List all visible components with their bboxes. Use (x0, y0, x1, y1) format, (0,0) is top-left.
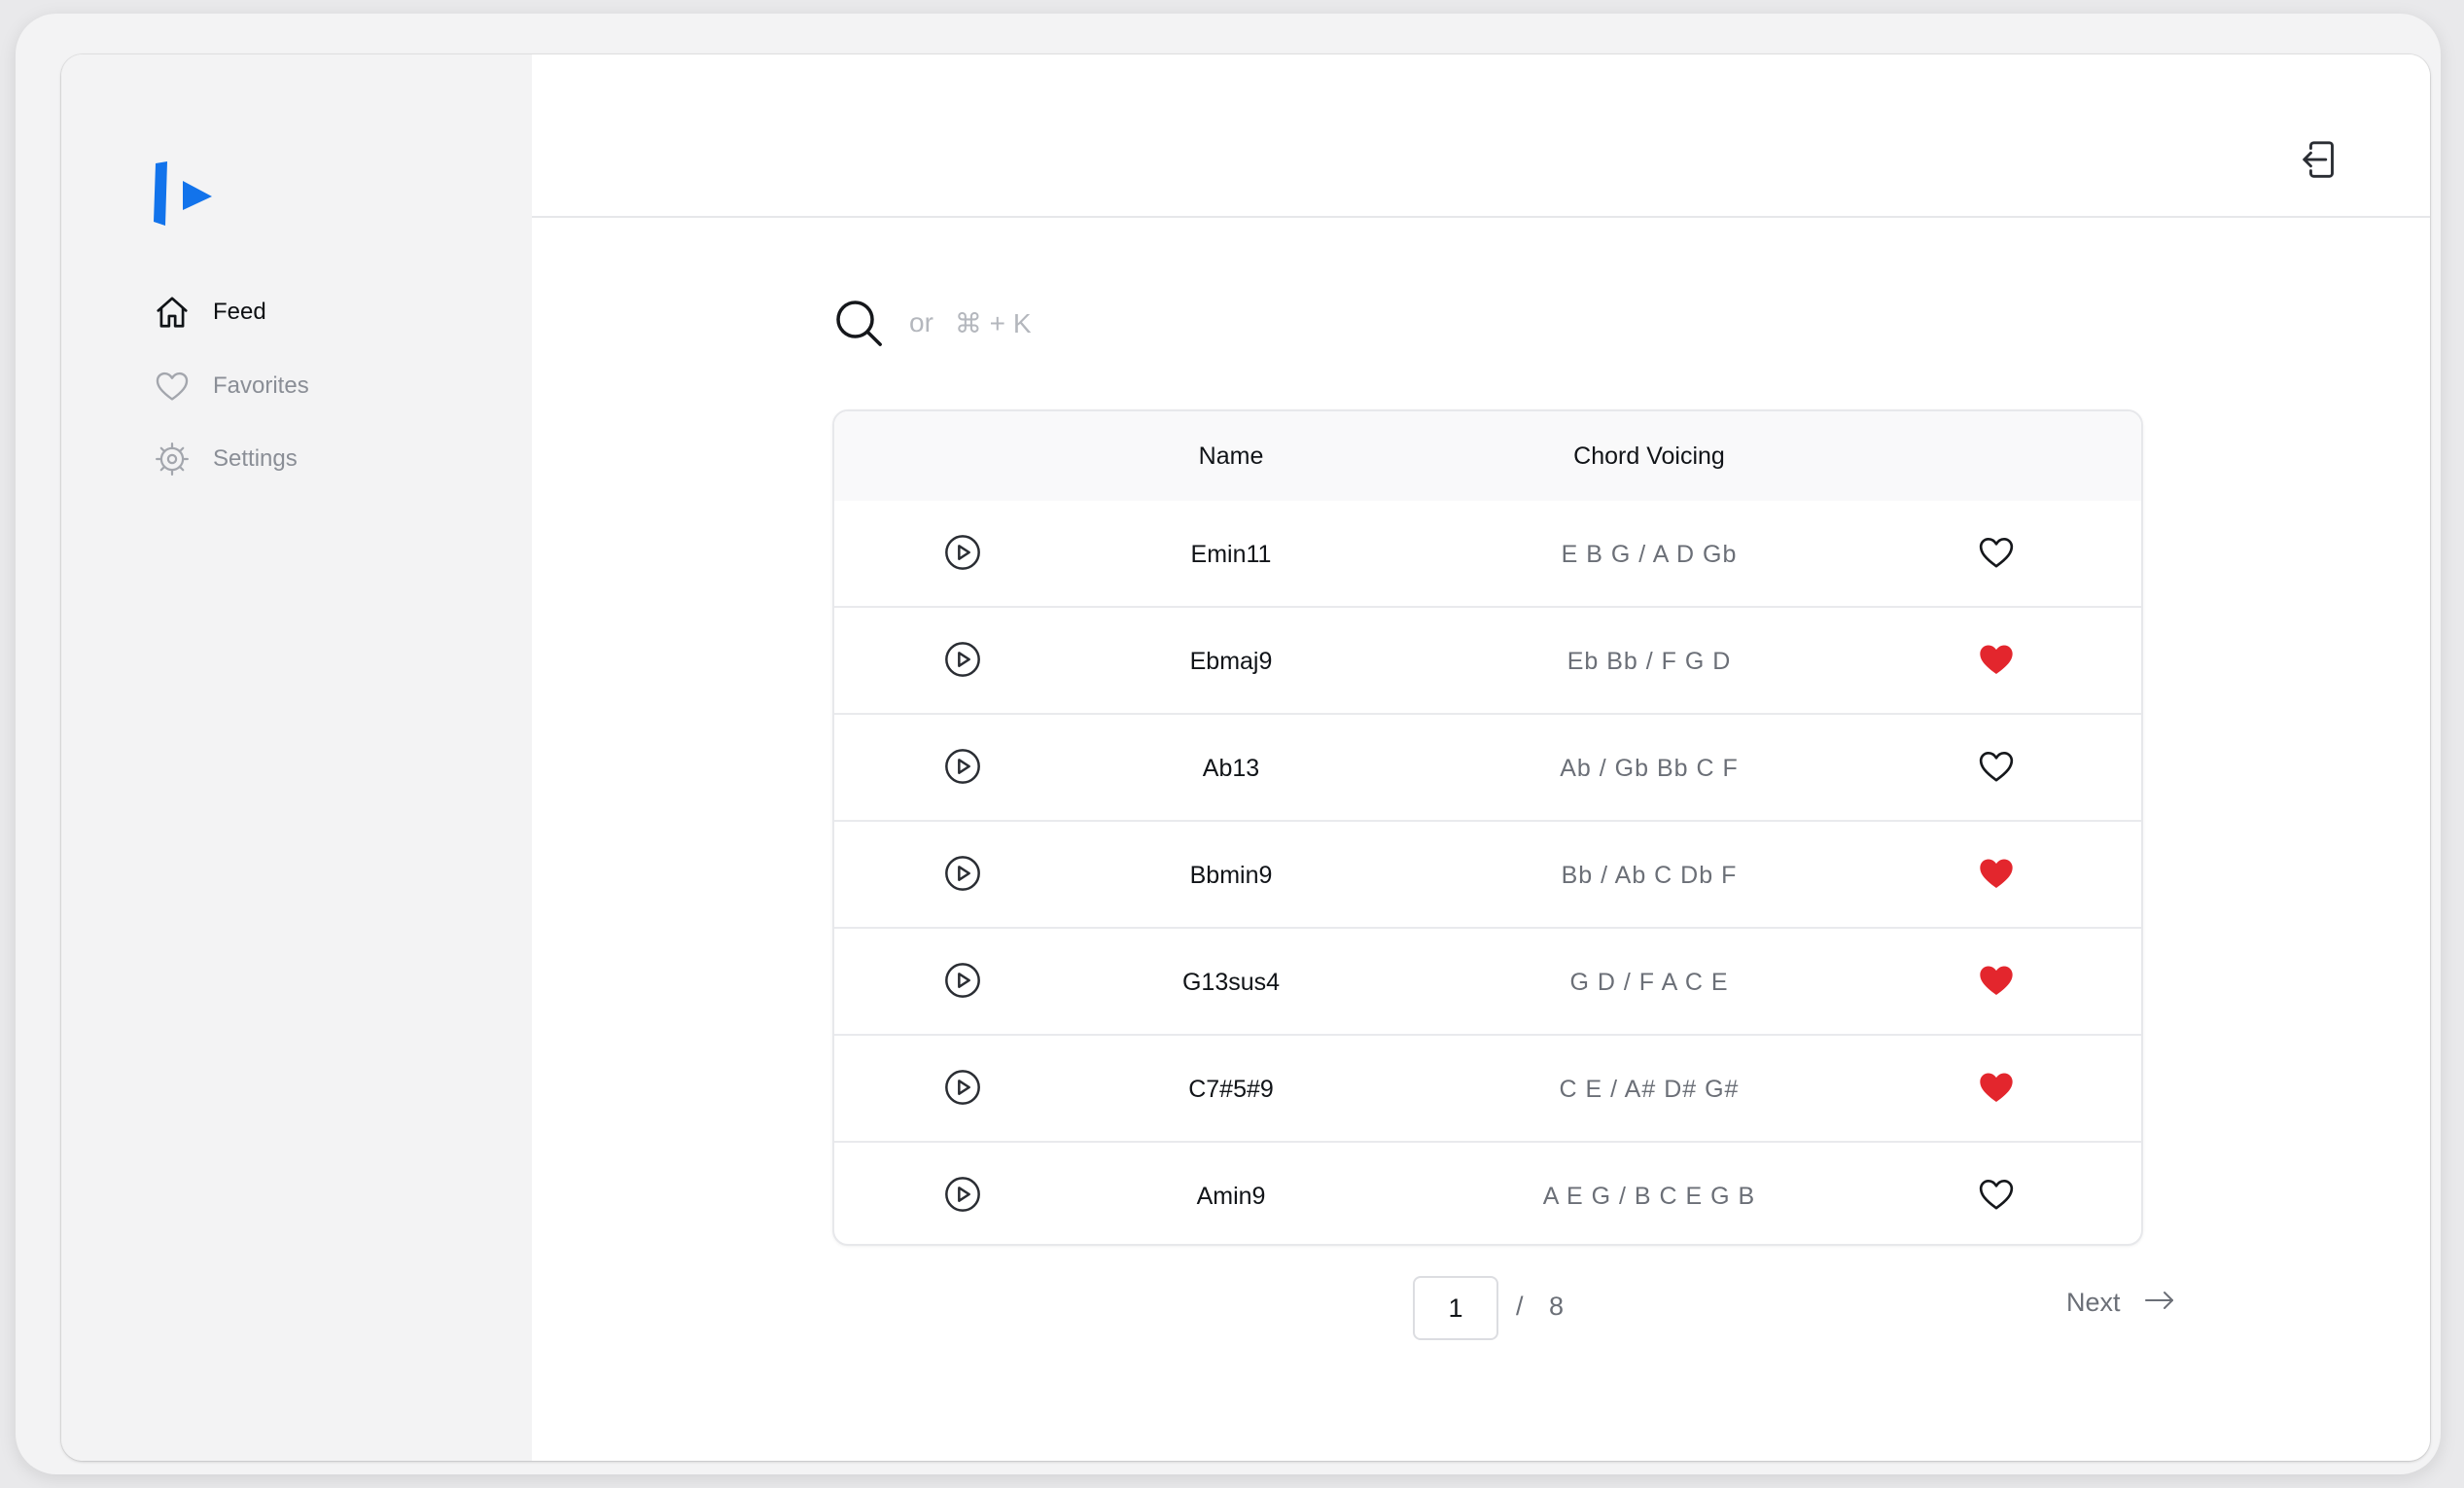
favorite-toggle[interactable] (1975, 961, 2018, 1004)
play-icon (943, 747, 982, 791)
heart-filled-icon (1977, 640, 2016, 684)
chord-voicing: Ab / Gb Bb C F (1560, 754, 1739, 782)
chord-voicing: G D / F A C E (1569, 968, 1729, 996)
chord-voicing: Bb / Ab C Db F (1561, 861, 1738, 889)
app-logo[interactable] (154, 161, 222, 230)
table-row: C7#5#9 C E / A# D# G# (834, 1036, 2141, 1143)
sidebar-item-settings[interactable]: Settings (153, 435, 483, 483)
chord-voicing: C E / A# D# G# (1559, 1075, 1740, 1103)
chord-name: Emin11 (1190, 540, 1272, 568)
chord-name: C7#5#9 (1188, 1075, 1274, 1103)
app-window: Feed Favorites Settings or ⌘ + K Name Ch… (61, 54, 2430, 1461)
chord-name: Amin9 (1196, 1182, 1266, 1210)
play-button[interactable] (941, 640, 984, 683)
play-icon (943, 640, 982, 684)
table-row: Amin9 A E G / B C E G B (834, 1143, 2141, 1244)
play-icon (943, 961, 982, 1005)
search-or-text: or (909, 307, 933, 337)
sidebar-item-label: Settings (213, 445, 298, 472)
play-icon (943, 533, 982, 577)
play-button[interactable] (941, 1068, 984, 1111)
column-header-voicing[interactable]: Chord Voicing (1494, 411, 1805, 501)
heart-outline-icon (1977, 747, 2016, 791)
heart-outline-icon (153, 367, 192, 406)
chord-voicing: E B G / A D Gb (1561, 540, 1738, 568)
play-button[interactable] (941, 533, 984, 576)
sidebar-item-label: Favorites (213, 372, 309, 399)
table-row: Emin11 E B G / A D Gb (834, 501, 2141, 608)
gear-icon (153, 440, 192, 478)
heart-outline-icon (1977, 1175, 2016, 1219)
chord-voicing: A E G / B C E G B (1542, 1182, 1756, 1210)
sidebar-item-label: Feed (213, 299, 266, 325)
table-row: G13sus4 G D / F A C E (834, 929, 2141, 1036)
sidebar: Feed Favorites Settings (61, 54, 532, 1461)
home-icon (153, 293, 192, 332)
table-header: Name Chord Voicing (834, 411, 2141, 501)
heart-filled-icon (1977, 1068, 2016, 1112)
chord-name: Bbmin9 (1189, 861, 1273, 889)
search-shortcut: ⌘ + K (954, 307, 1032, 338)
favorite-toggle[interactable] (1975, 640, 2018, 683)
logout-icon (2299, 137, 2343, 187)
heart-outline-icon (1977, 533, 2016, 577)
chord-voicing: Eb Bb / F G D (1566, 647, 1732, 675)
top-bar (532, 54, 2430, 218)
main-content: or ⌘ + K Name Chord Voicing Emin11 E B G … (532, 54, 2430, 1461)
sidebar-item-favorites[interactable]: Favorites (153, 362, 483, 410)
sidebar-item-feed[interactable]: Feed (153, 288, 483, 337)
screenshot-frame: Feed Favorites Settings or ⌘ + K Name Ch… (16, 14, 2441, 1474)
play-button[interactable] (941, 1175, 984, 1218)
search-bar[interactable]: or ⌘ + K (829, 292, 1218, 354)
search-icon[interactable] (829, 294, 888, 352)
logout-button[interactable] (2298, 138, 2344, 185)
heart-filled-icon (1977, 854, 2016, 898)
table-row: Ab13 Ab / Gb Bb C F (834, 715, 2141, 822)
next-label: Next (2066, 1288, 2121, 1317)
favorite-toggle[interactable] (1975, 1068, 2018, 1111)
page-separator: / (1516, 1292, 1524, 1321)
chord-table: Name Chord Voicing Emin11 E B G / A D Gb E… (832, 409, 2143, 1246)
page-number-input[interactable] (1413, 1276, 1498, 1340)
play-icon (943, 1175, 982, 1219)
table-row: Bbmin9 Bb / Ab C Db F (834, 822, 2141, 929)
search-hint: or ⌘ + K (909, 307, 1032, 339)
page-total: 8 (1549, 1292, 1565, 1321)
chord-name: Ebmaj9 (1189, 647, 1273, 675)
favorite-toggle[interactable] (1975, 533, 2018, 576)
chord-name: Ab13 (1202, 754, 1260, 782)
table-row: Ebmaj9 Eb Bb / F G D (834, 608, 2141, 715)
play-icon (943, 854, 982, 898)
play-icon (943, 1068, 982, 1112)
favorite-toggle[interactable] (1975, 854, 2018, 897)
favorite-toggle[interactable] (1975, 747, 2018, 790)
play-button[interactable] (941, 854, 984, 897)
heart-filled-icon (1977, 961, 2016, 1005)
arrow-right-icon (2144, 1290, 2175, 1316)
next-page-button[interactable]: Next (2066, 1288, 2175, 1318)
chord-name: G13sus4 (1181, 968, 1281, 996)
play-button[interactable] (941, 961, 984, 1004)
favorite-toggle[interactable] (1975, 1175, 2018, 1218)
pagination: / 8 Next (532, 1276, 2430, 1344)
play-button[interactable] (941, 747, 984, 790)
column-header-name[interactable]: Name (1056, 411, 1406, 501)
